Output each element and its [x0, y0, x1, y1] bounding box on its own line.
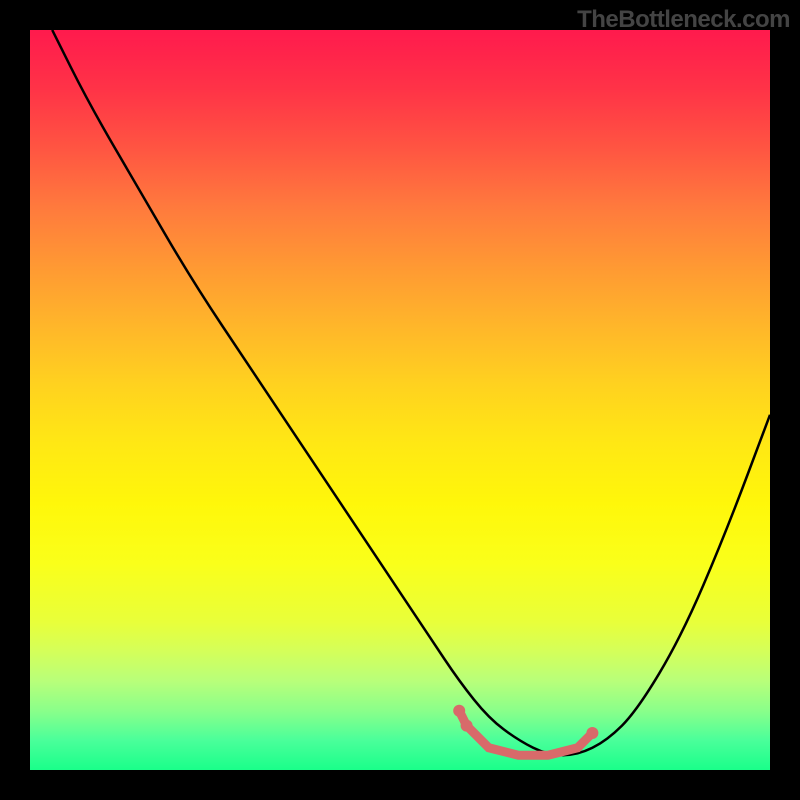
highlight-dot — [461, 720, 473, 732]
highlight-dot — [586, 727, 598, 739]
chart-svg — [30, 30, 770, 770]
optimal-range-highlight — [459, 711, 592, 755]
watermark-label: TheBottleneck.com — [577, 6, 790, 34]
bottleneck-curve-line — [52, 30, 770, 755]
highlight-dot — [453, 705, 465, 717]
chart-plot-area — [30, 30, 770, 770]
